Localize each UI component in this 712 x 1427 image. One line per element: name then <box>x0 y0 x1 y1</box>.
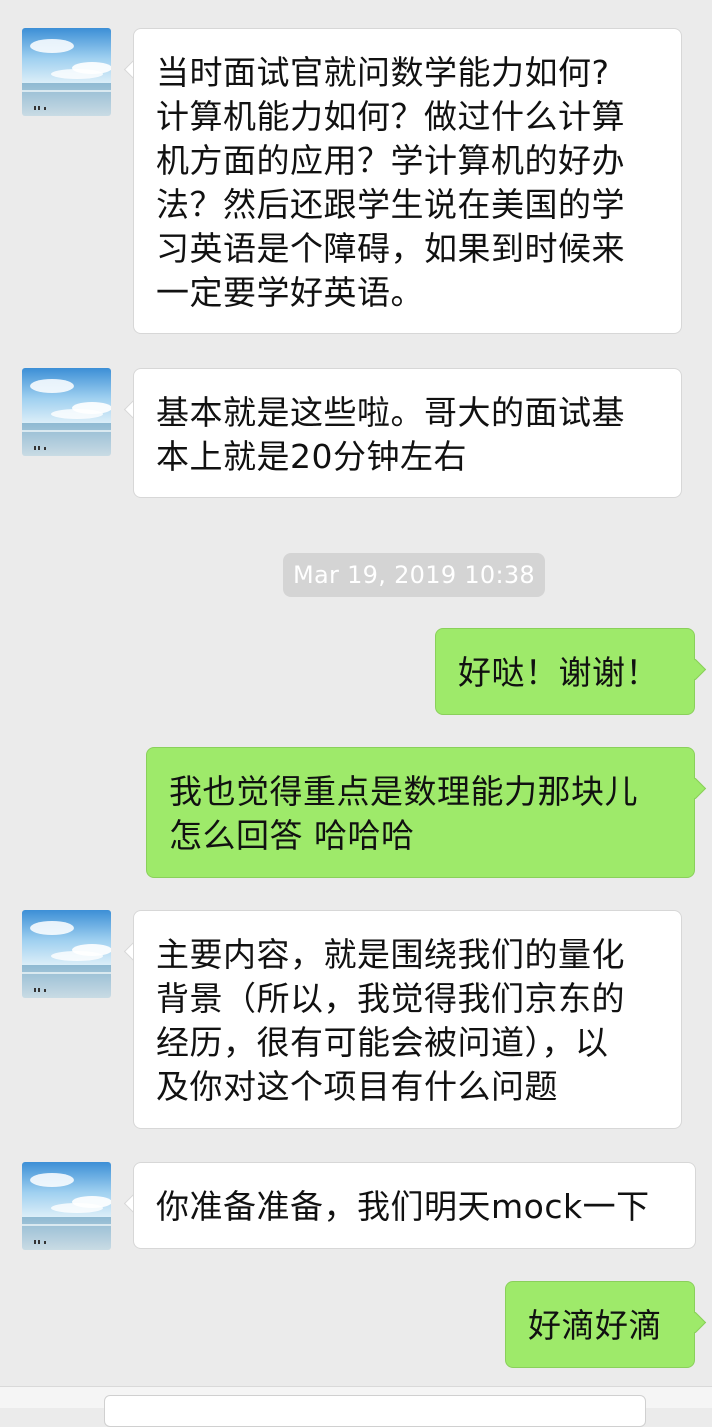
message-bubble-incoming[interactable]: 基本就是这些啦。哥大的面试基 本上就是20分钟左右 <box>133 368 682 498</box>
beach-landscape-avatar-icon <box>22 1162 111 1250</box>
beach-landscape-avatar-icon <box>22 28 111 116</box>
input-bar <box>0 1386 712 1427</box>
message-bubble-incoming[interactable]: 主要内容，就是围绕我们的量化 背景（所以，我觉得我们京东的 经历，很有可能会被问… <box>133 910 682 1129</box>
message-bubble-outgoing[interactable]: 好滴好滴 <box>505 1281 695 1368</box>
message-bubble-outgoing[interactable]: 好哒！谢谢！ <box>435 628 695 715</box>
message-timestamp: Mar 19, 2019 10:38 <box>283 553 545 597</box>
message-bubble-incoming[interactable]: 当时面试官就问数学能力如何? 计算机能力如何？做过什么计算 机方面的应用？学计算… <box>133 28 682 334</box>
contact-avatar[interactable] <box>22 910 111 998</box>
chat-area[interactable]: 当时面试官就问数学能力如何? 计算机能力如何？做过什么计算 机方面的应用？学计算… <box>0 0 712 1427</box>
message-bubble-incoming[interactable]: 你准备准备，我们明天mock一下 <box>133 1162 696 1249</box>
message-input[interactable] <box>104 1395 646 1427</box>
message-bubble-outgoing[interactable]: 我也觉得重点是数理能力那块儿 怎么回答 哈哈哈 <box>146 747 695 878</box>
beach-landscape-avatar-icon <box>22 368 111 456</box>
contact-avatar[interactable] <box>22 28 111 116</box>
contact-avatar[interactable] <box>22 368 111 456</box>
contact-avatar[interactable] <box>22 1162 111 1250</box>
beach-landscape-avatar-icon <box>22 910 111 998</box>
